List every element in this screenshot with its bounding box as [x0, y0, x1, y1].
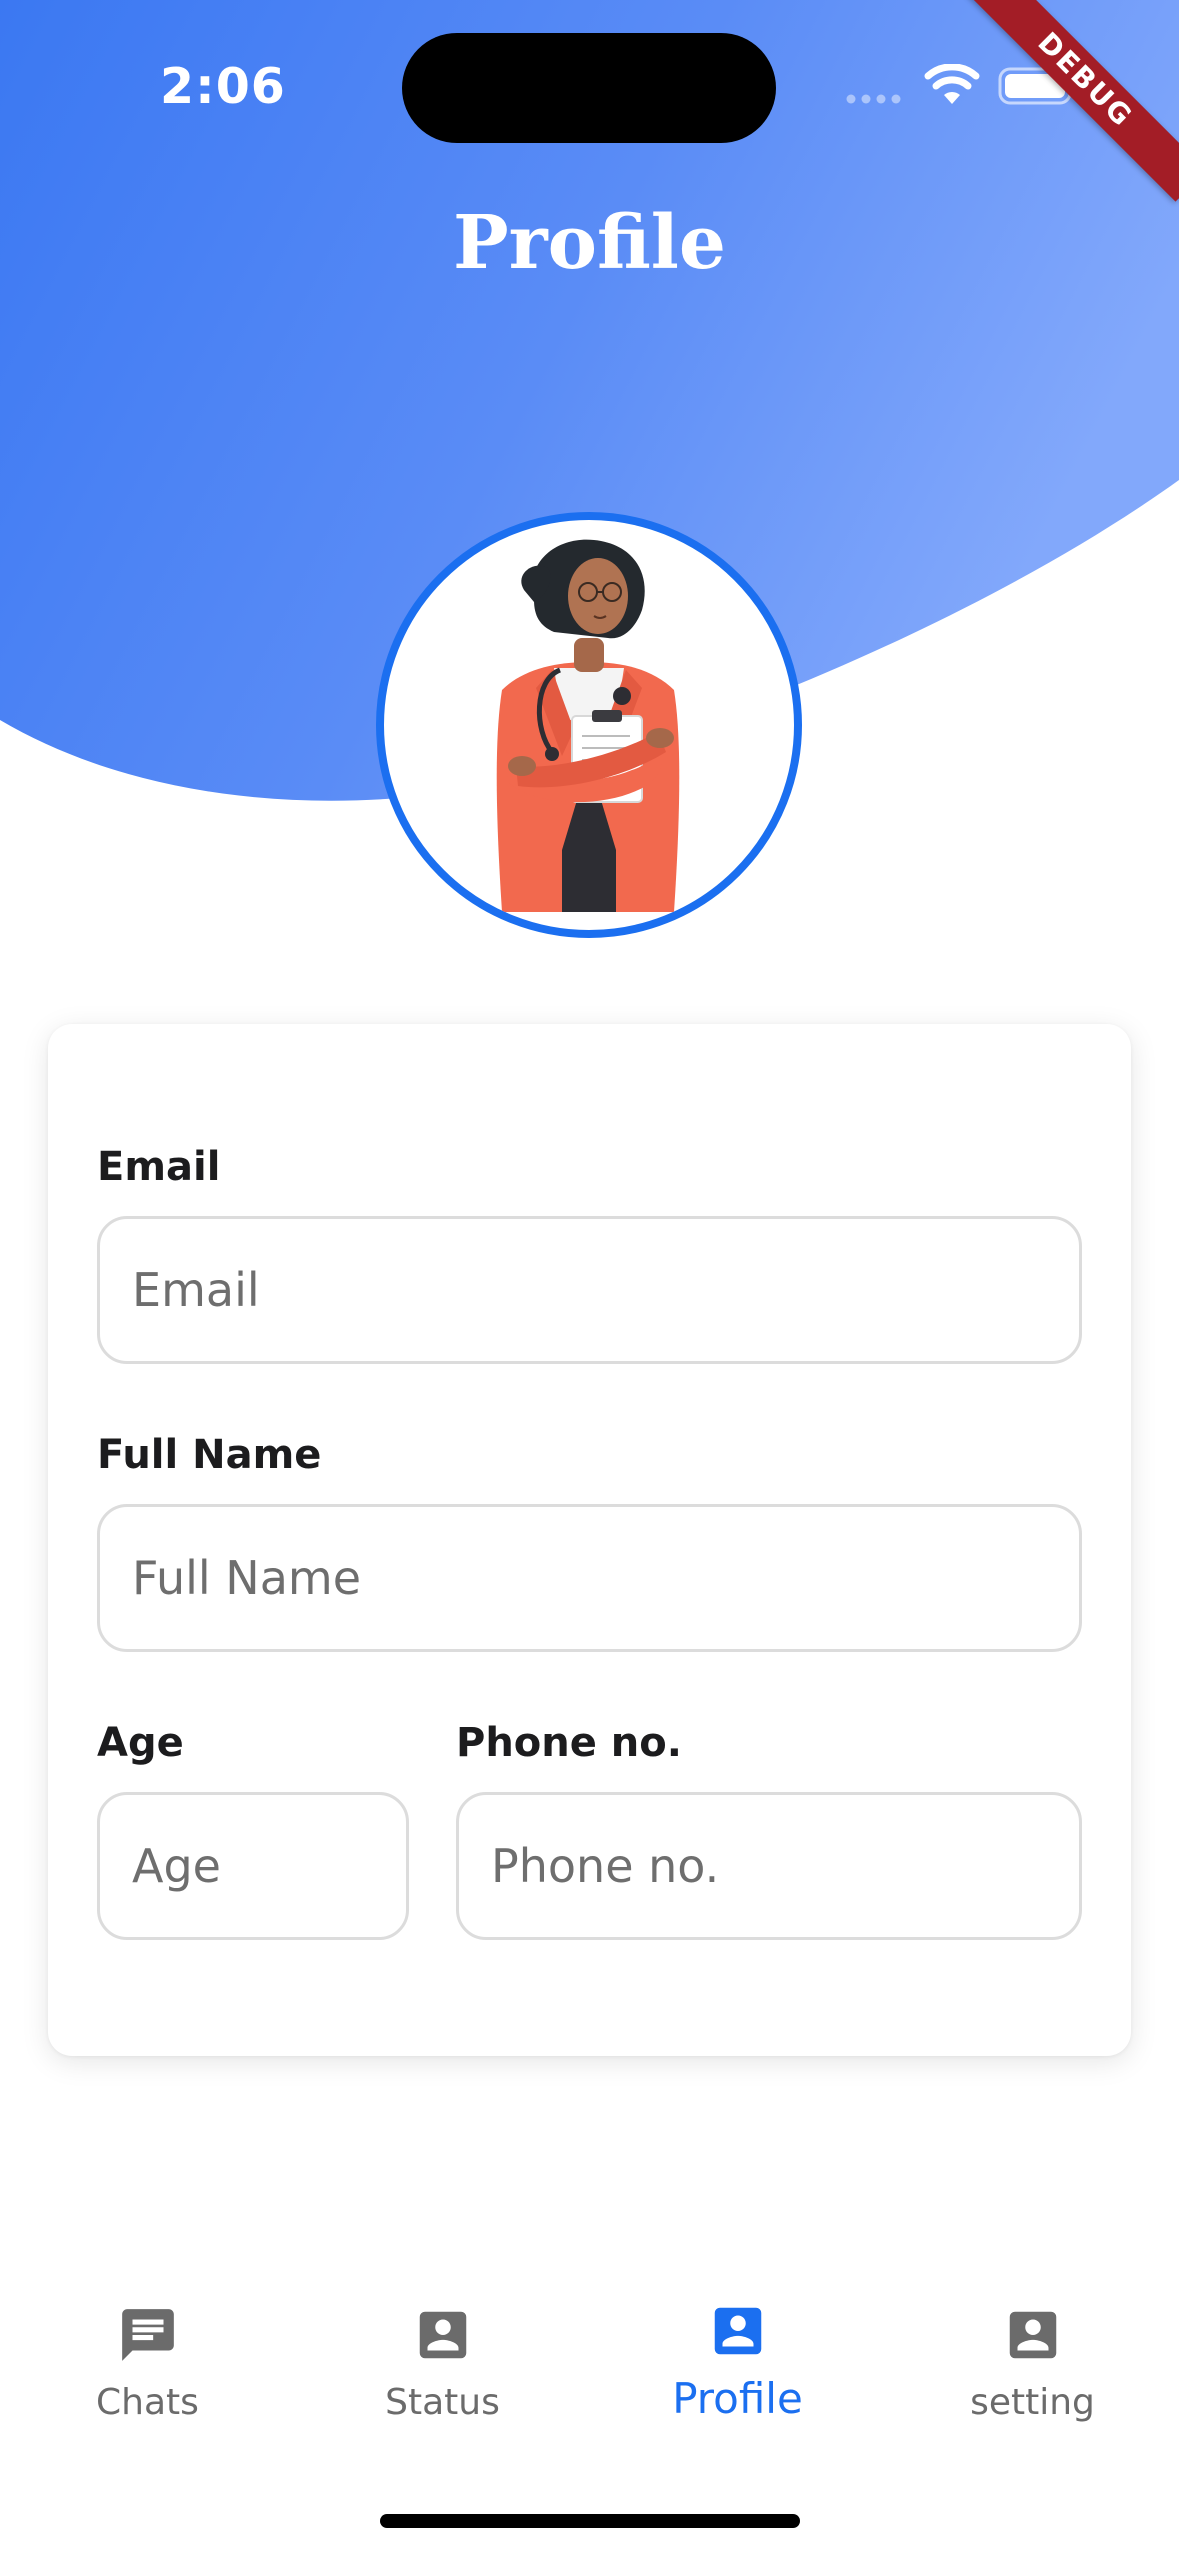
phone-label: Phone no. [456, 1720, 682, 1766]
debug-ribbon-label: DEBUG [963, 0, 1179, 202]
doctor-illustration-icon [496, 539, 680, 912]
nav-item-profile[interactable]: Profile [590, 2270, 885, 2450]
nav-item-setting[interactable]: setting [885, 2270, 1179, 2450]
nav-item-status[interactable]: Status [295, 2270, 590, 2450]
profile-avatar[interactable] [376, 512, 802, 938]
email-label: Email [97, 1144, 221, 1190]
person-icon [714, 2307, 762, 2355]
nav-item-chats[interactable]: Chats [0, 2270, 295, 2450]
full-name-label: Full Name [97, 1432, 322, 1478]
status-time: 2:06 [160, 58, 286, 115]
nav-label-status: Status [385, 2382, 500, 2423]
nav-label-chats: Chats [96, 2382, 199, 2423]
dynamic-island [402, 33, 776, 143]
age-field[interactable] [97, 1792, 409, 1940]
person-icon [419, 2311, 467, 2359]
person-icon [1009, 2311, 1057, 2359]
email-field[interactable] [97, 1216, 1082, 1364]
phone-field[interactable] [456, 1792, 1082, 1940]
age-label: Age [97, 1720, 184, 1766]
bottom-navigation: Chats Status Profile setting [0, 2270, 1179, 2470]
nav-label-profile: Profile [672, 2374, 803, 2423]
home-indicator[interactable] [380, 2514, 800, 2528]
chat-icon [122, 2309, 174, 2361]
cellular-signal-icon [846, 94, 901, 104]
profile-form-card: Email Full Name Age Phone no. [48, 1024, 1131, 2056]
debug-banner: DEBUG [959, 0, 1179, 220]
nav-label-setting: setting [970, 2382, 1095, 2423]
full-name-field[interactable] [97, 1504, 1082, 1652]
